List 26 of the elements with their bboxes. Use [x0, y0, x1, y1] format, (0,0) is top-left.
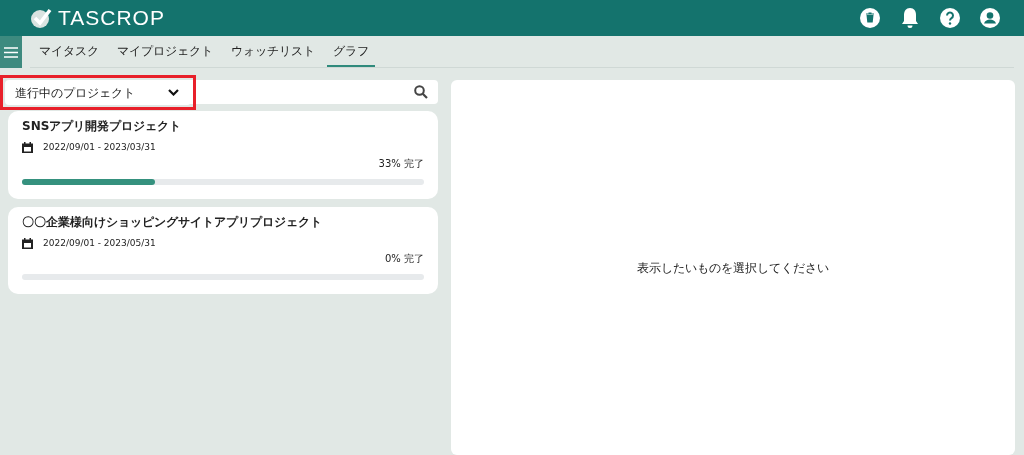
project-card[interactable]: 〇〇企業様向けショッピングサイトアプリプロジェクト 2022/09/01 - 2023/05/31 0% 完了 [8, 206, 438, 294]
nav-tab[interactable]: マイタスク [33, 36, 105, 67]
menu-icon [4, 46, 18, 58]
project-title: 〇〇企業様向けショッピングサイトアプリプロジェクト [22, 213, 323, 231]
empty-message: 表示したいものを選択してください [637, 259, 829, 277]
project-card[interactable]: SNSアプリ開発プロジェクト 2022/09/01 - 2023/03/31 33% 完了 [8, 111, 438, 199]
logo-icon [30, 7, 52, 29]
bell-icon[interactable] [900, 7, 920, 29]
filter-dropdown[interactable]: 進行中のプロジェクト [5, 80, 191, 105]
trash-icon[interactable] [860, 8, 880, 28]
progress-label: 0% 完了 [384, 252, 424, 266]
project-period: 2022/09/01 - 2023/03/31 [43, 141, 156, 154]
nav-tab[interactable]: ウォッチリスト [225, 36, 321, 67]
nav-tab[interactable]: マイプロジェクト [111, 36, 219, 67]
menu-button[interactable] [0, 36, 22, 68]
calendar-icon [22, 142, 33, 154]
search-icon[interactable] [414, 85, 428, 99]
logo-text: TASCROP [58, 5, 165, 32]
nav-tab[interactable]: グラフ [327, 36, 375, 67]
progress-label: 33% 完了 [378, 156, 424, 171]
project-title: SNSアプリ開発プロジェクト [22, 118, 183, 135]
chevron-down-icon [168, 89, 179, 96]
project-period: 2022/09/01 - 2023/05/31 [43, 236, 156, 250]
user-icon[interactable] [980, 8, 1000, 28]
help-icon[interactable] [940, 8, 960, 28]
calendar-icon [22, 237, 33, 249]
